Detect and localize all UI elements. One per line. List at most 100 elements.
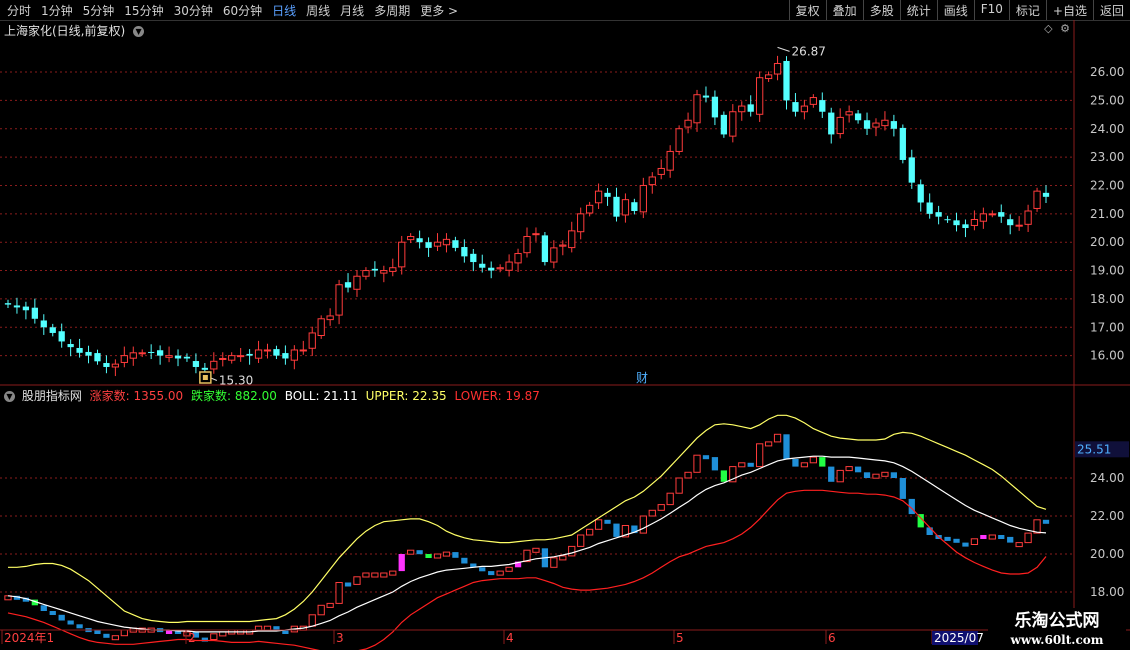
candle-body-94 xyxy=(845,111,853,116)
ind-tick-2: 20.00 xyxy=(1090,547,1124,561)
date-label-6: 2025/07 xyxy=(934,631,984,645)
lower-line xyxy=(7,489,1047,650)
candle-body-10 xyxy=(94,353,101,362)
candle-body-21 xyxy=(192,361,200,367)
candle-body-105 xyxy=(944,219,951,221)
price-tick-7: 19.00 xyxy=(1090,264,1124,278)
candle-body-66 xyxy=(594,190,603,204)
ind-bar-6 xyxy=(58,614,65,621)
ind-bar-110 xyxy=(988,534,996,540)
candle-body-110 xyxy=(988,213,996,216)
candle-body-31 xyxy=(282,353,289,359)
candle-body-61 xyxy=(550,247,558,263)
indicator-grid xyxy=(0,477,1074,593)
candle-body-44 xyxy=(398,241,406,268)
candle-body-78 xyxy=(702,95,710,98)
ind-bar-113 xyxy=(1015,542,1023,548)
zhangjia-value: 1355.00 xyxy=(133,389,184,403)
candle-body-45 xyxy=(407,236,415,241)
candle-body-7 xyxy=(67,344,74,348)
candle-body-72 xyxy=(648,176,656,186)
ind-bar-98 xyxy=(881,471,889,477)
kline-chart[interactable]: 26.8715.30 财 26.00 25.00 24.00 23.00 22.00 21.… xyxy=(0,0,1130,650)
diejia-label: 跌家数: xyxy=(191,389,232,403)
chevron-down-icon[interactable]: ▼ xyxy=(4,391,15,402)
price-tick-4: 22.00 xyxy=(1090,178,1124,192)
stock-title: 上海家化(日线,前复权) xyxy=(4,24,126,38)
candle-body-0 xyxy=(4,303,12,305)
candle-body-46 xyxy=(416,238,423,243)
ind-bar-55 xyxy=(496,570,504,576)
ind-tick-0: 24.00 xyxy=(1090,471,1124,485)
upper-line xyxy=(8,414,1047,624)
ind-bar-41 xyxy=(371,572,379,578)
candle-body-27 xyxy=(246,353,253,356)
candle-body-106 xyxy=(953,220,960,226)
indicator-title: ▼ 股朋指标网 涨家数: 1355.00 跌家数: 882.00 BOLL: 2… xyxy=(4,387,540,404)
price-tick-10: 16.00 xyxy=(1090,349,1124,363)
candle-body-28 xyxy=(254,349,263,359)
ind-bar-63 xyxy=(568,545,576,557)
ind-bar-79 xyxy=(711,457,719,471)
gear-icon[interactable]: ⚙ xyxy=(1060,22,1070,35)
ind-bar-86 xyxy=(773,433,782,443)
ind-bar-49 xyxy=(442,551,451,557)
ind-bar-64 xyxy=(577,534,585,547)
candle-body-82 xyxy=(738,105,746,113)
watermark-logo: 乐淘公式网 www.60lt.com xyxy=(1010,610,1104,647)
candle-body-73 xyxy=(657,167,665,175)
candle-body-88 xyxy=(792,102,799,112)
candle-body-16 xyxy=(148,351,155,353)
candle-body-25 xyxy=(228,355,236,361)
candle-body-37 xyxy=(335,284,343,316)
ind-bar-43 xyxy=(389,570,397,576)
candle-body-79 xyxy=(711,96,719,118)
candle-body-52 xyxy=(470,253,477,263)
ind-bar-107 xyxy=(962,542,969,547)
ind-bar-68 xyxy=(613,523,620,537)
candle-body-95 xyxy=(854,113,862,121)
ind-bar-108 xyxy=(970,538,979,545)
ind-bar-115 xyxy=(1033,519,1041,534)
svg-text:www.60lt.com: www.60lt.com xyxy=(1010,633,1104,647)
ind-bar-59 xyxy=(532,547,540,553)
high-pointer xyxy=(777,46,790,52)
ind-bar-73 xyxy=(657,504,665,511)
boll-line xyxy=(7,455,1047,633)
ind-bar-97 xyxy=(872,473,880,479)
date-label-1: 2 xyxy=(188,631,196,645)
candle-body-97 xyxy=(872,122,880,128)
ind-bar-35 xyxy=(317,604,325,616)
candle-body-80 xyxy=(720,114,727,135)
ind-bar-93 xyxy=(836,469,844,483)
candle-body-30 xyxy=(273,349,280,356)
ind-bar-78 xyxy=(702,455,710,460)
candle-body-2 xyxy=(22,306,30,311)
date-label-3: 4 xyxy=(506,631,514,645)
candle-body-29 xyxy=(263,349,272,352)
candle-body-62 xyxy=(559,244,567,247)
candle-body-89 xyxy=(800,105,809,113)
ind-bar-87 xyxy=(783,434,790,459)
candle-body-103 xyxy=(926,202,933,214)
candle-body-112 xyxy=(1007,219,1014,226)
diamond-icon[interactable]: ◇ xyxy=(1044,22,1052,35)
candle-body-47 xyxy=(425,242,432,248)
indicator-name[interactable]: 股朋指标网 xyxy=(22,389,82,403)
ind-bar-7 xyxy=(67,620,74,625)
candle-body-35 xyxy=(317,318,325,337)
chevron-down-icon[interactable]: ▼ xyxy=(133,26,145,37)
candle-body-65 xyxy=(586,204,594,214)
ind-bar-72 xyxy=(648,509,656,517)
ind-bar-34 xyxy=(308,614,316,627)
main-grid xyxy=(0,71,1074,357)
candle-body-24 xyxy=(219,357,227,360)
ind-bar-53 xyxy=(479,567,486,572)
date-label-4: 5 xyxy=(676,631,684,645)
indicator-bars xyxy=(4,433,1050,642)
ind-bar-94 xyxy=(845,466,853,472)
ind-bar-71 xyxy=(639,515,647,534)
ind-bar-40 xyxy=(362,572,370,578)
candle-body-107 xyxy=(962,224,969,229)
ind-bar-116 xyxy=(1042,519,1050,524)
